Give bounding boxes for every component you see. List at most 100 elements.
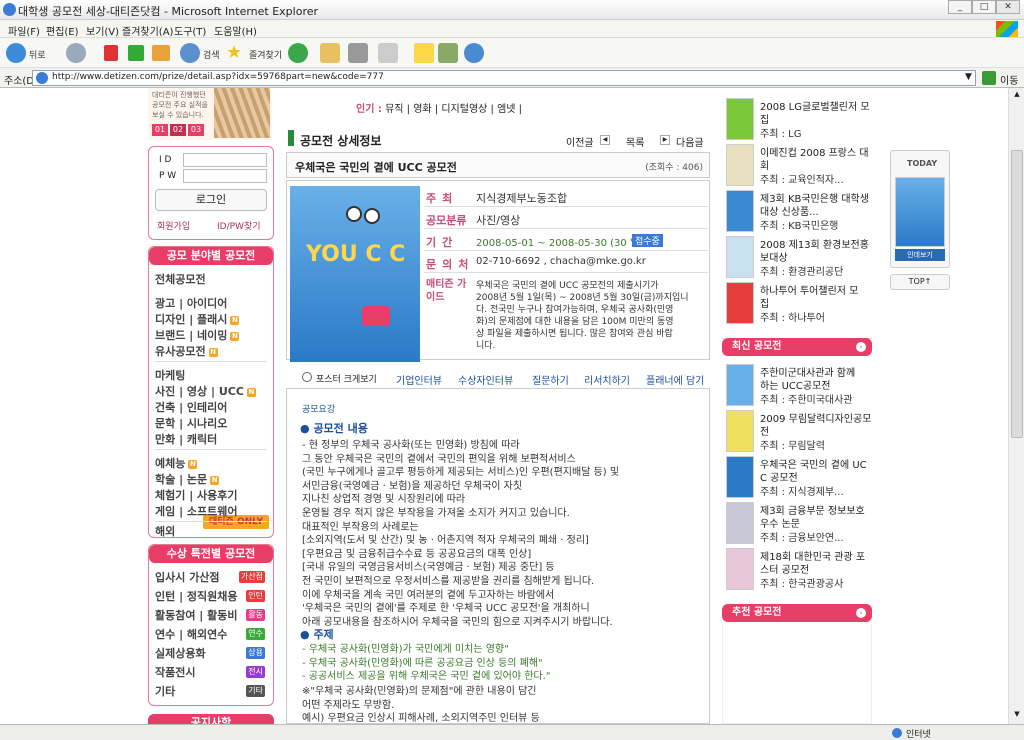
history-icon[interactable] xyxy=(288,43,308,63)
category-item[interactable]: 전체공모전 xyxy=(155,271,206,287)
research-icon[interactable] xyxy=(438,43,458,63)
category-item[interactable]: 학술 | 논문 N xyxy=(155,471,220,487)
contest-title-line[interactable]: 집 xyxy=(760,295,769,310)
contest-thumbnail[interactable] xyxy=(726,502,754,544)
favorites-star-icon[interactable]: ★ xyxy=(226,43,242,63)
scroll-thumb[interactable] xyxy=(1011,150,1023,438)
history-banner[interactable]: 대티즌이 진행했던 공모전 주요 실적을 보실 수 있습니다. 01 02 03 xyxy=(148,88,272,140)
prev-link[interactable]: 이전글 xyxy=(566,134,594,149)
category-item[interactable]: 건축 | 인테리어 xyxy=(155,399,227,415)
today-view-button[interactable]: 인데보기 xyxy=(895,249,945,261)
special-item[interactable]: 실제상용화 xyxy=(155,645,206,661)
favorites-label[interactable]: 즐겨찾기 xyxy=(249,48,282,61)
refresh-icon[interactable] xyxy=(128,45,144,61)
vertical-scrollbar[interactable]: ▲ ▼ xyxy=(1008,88,1024,724)
contest-thumbnail[interactable] xyxy=(726,548,754,590)
category-item[interactable]: 디자인 | 플래시 N xyxy=(155,311,240,327)
contest-title-line[interactable]: 우수 논문 xyxy=(760,515,800,530)
next-link[interactable]: 다음글 xyxy=(676,134,704,149)
tab-ask[interactable]: 질문하기 xyxy=(532,372,569,387)
menu-view[interactable]: 보기(V) xyxy=(86,23,119,38)
menu-favorites[interactable]: 즐겨찾기(A) xyxy=(122,23,173,38)
special-item[interactable]: 입사시 가산점 xyxy=(155,569,220,585)
category-item[interactable]: 브랜드 | 네이밍 N xyxy=(155,327,240,343)
id-input[interactable] xyxy=(183,153,267,167)
category-item[interactable]: 마케팅 xyxy=(155,367,185,383)
notes-icon[interactable] xyxy=(414,43,434,63)
banner-tab-2[interactable]: 02 xyxy=(170,124,186,136)
close-button[interactable]: ✕ xyxy=(996,0,1020,14)
category-item[interactable]: 게임 | 소프트웨어 xyxy=(155,503,238,519)
contest-thumbnail[interactable] xyxy=(726,190,754,232)
poster-zoom-link[interactable]: 포스터 크게보기 xyxy=(316,372,377,385)
tab-research[interactable]: 리서치하기 xyxy=(584,372,630,387)
contest-thumbnail[interactable] xyxy=(726,456,754,498)
banner-tab-1[interactable]: 01 xyxy=(152,124,168,136)
nav-mnet[interactable]: 엠넷 xyxy=(497,104,515,115)
contest-title-line[interactable]: 스터 공모전 xyxy=(760,561,809,576)
category-item[interactable]: 사진 | 영상 | UCC N xyxy=(155,383,256,399)
contest-title-line[interactable]: 전 xyxy=(760,423,769,438)
contest-thumbnail[interactable] xyxy=(726,282,754,324)
category-item[interactable]: 유사공모전 N xyxy=(155,343,218,359)
contest-title-line[interactable]: 하나투어 투어챌린저 모 xyxy=(760,282,858,297)
contest-title-line[interactable]: 2009 무림달력디자인공모 xyxy=(760,410,871,425)
category-item[interactable]: 문학 | 시나리오 xyxy=(155,415,227,431)
tab-planner[interactable]: 플래너에 담기 xyxy=(646,372,704,387)
category-item[interactable]: 예체능 N xyxy=(155,455,198,471)
contest-title-line[interactable]: 하는 UCC공모전 xyxy=(760,377,830,392)
maximize-button[interactable]: □ xyxy=(972,0,996,14)
back-label[interactable]: 뒤로 xyxy=(29,48,46,61)
tab-winner-interview[interactable]: 수상자인터뷰 xyxy=(458,372,513,387)
go-button[interactable]: 이동 xyxy=(1000,72,1018,87)
top-button[interactable]: TOP↑ xyxy=(890,274,950,290)
home-icon[interactable] xyxy=(152,45,170,61)
contest-thumbnail[interactable] xyxy=(726,364,754,406)
minimize-button[interactable]: _ xyxy=(948,0,972,14)
contest-title-line[interactable]: 이메진컵 2008 프랑스 대 xyxy=(760,144,869,159)
category-item[interactable]: 체험기 | 사용후기 xyxy=(155,487,238,503)
category-item[interactable]: 광고 | 아이디어 xyxy=(155,295,227,311)
login-button[interactable]: 로그인 xyxy=(155,189,267,211)
mail-icon[interactable] xyxy=(320,43,340,63)
contest-title-line[interactable]: 2008 LG글로벌챌린저 모 xyxy=(760,98,870,113)
recent-more-icon[interactable]: › xyxy=(856,342,866,352)
print-icon[interactable] xyxy=(348,43,368,63)
menu-help[interactable]: 도움말(H) xyxy=(214,23,257,38)
contest-thumbnail[interactable] xyxy=(726,144,754,186)
special-item[interactable]: 연수 | 해외연수 xyxy=(155,626,227,642)
banner-tab-3[interactable]: 03 xyxy=(188,124,204,136)
nav-music[interactable]: 뮤직 xyxy=(385,104,403,115)
prev-arrow-icon[interactable]: ◀ xyxy=(600,135,610,145)
special-item[interactable]: 활동참여 | 활동비 xyxy=(155,607,238,623)
contest-thumbnail[interactable] xyxy=(726,410,754,452)
contest-thumbnail[interactable] xyxy=(726,236,754,278)
go-arrow-icon[interactable] xyxy=(982,71,996,85)
forward-icon[interactable] xyxy=(66,43,86,63)
contest-title-line[interactable]: C 공모전 xyxy=(760,469,798,484)
contest-title-line[interactable]: 집 xyxy=(760,111,769,126)
contest-title-line[interactable]: 보대상 xyxy=(760,249,788,264)
stop-icon[interactable] xyxy=(104,45,118,61)
nav-digital[interactable]: 디지털영상 xyxy=(441,104,487,115)
next-arrow-icon[interactable]: ▶ xyxy=(660,135,670,145)
recommend-more-icon[interactable]: › xyxy=(856,608,866,618)
magnifier-icon[interactable] xyxy=(302,372,312,382)
contest-title-line[interactable]: 대상 신상품... xyxy=(760,203,819,218)
contest-thumbnail[interactable] xyxy=(726,98,754,140)
find-id-link[interactable]: ID/PW찾기 xyxy=(217,219,261,232)
scroll-up-icon[interactable]: ▲ xyxy=(1011,90,1023,102)
search-icon[interactable] xyxy=(180,43,200,63)
nav-movie[interactable]: 영화 xyxy=(413,104,431,115)
messenger-icon[interactable] xyxy=(464,43,484,63)
list-link[interactable]: 목록 xyxy=(626,134,644,149)
contest-title-line[interactable]: 회 xyxy=(760,157,769,172)
edit-icon[interactable] xyxy=(378,43,398,63)
scroll-down-icon[interactable]: ▼ xyxy=(1011,710,1023,722)
tab-company-interview[interactable]: 기업인터뷰 xyxy=(396,372,442,387)
special-item[interactable]: 작품전시 xyxy=(155,664,195,680)
category-item[interactable]: 만화 | 캐릭터 xyxy=(155,431,217,447)
menu-edit[interactable]: 편집(E) xyxy=(46,23,79,38)
special-item[interactable]: 인턴 | 정직원채용 xyxy=(155,588,238,604)
today-thumbnail[interactable] xyxy=(895,177,945,247)
